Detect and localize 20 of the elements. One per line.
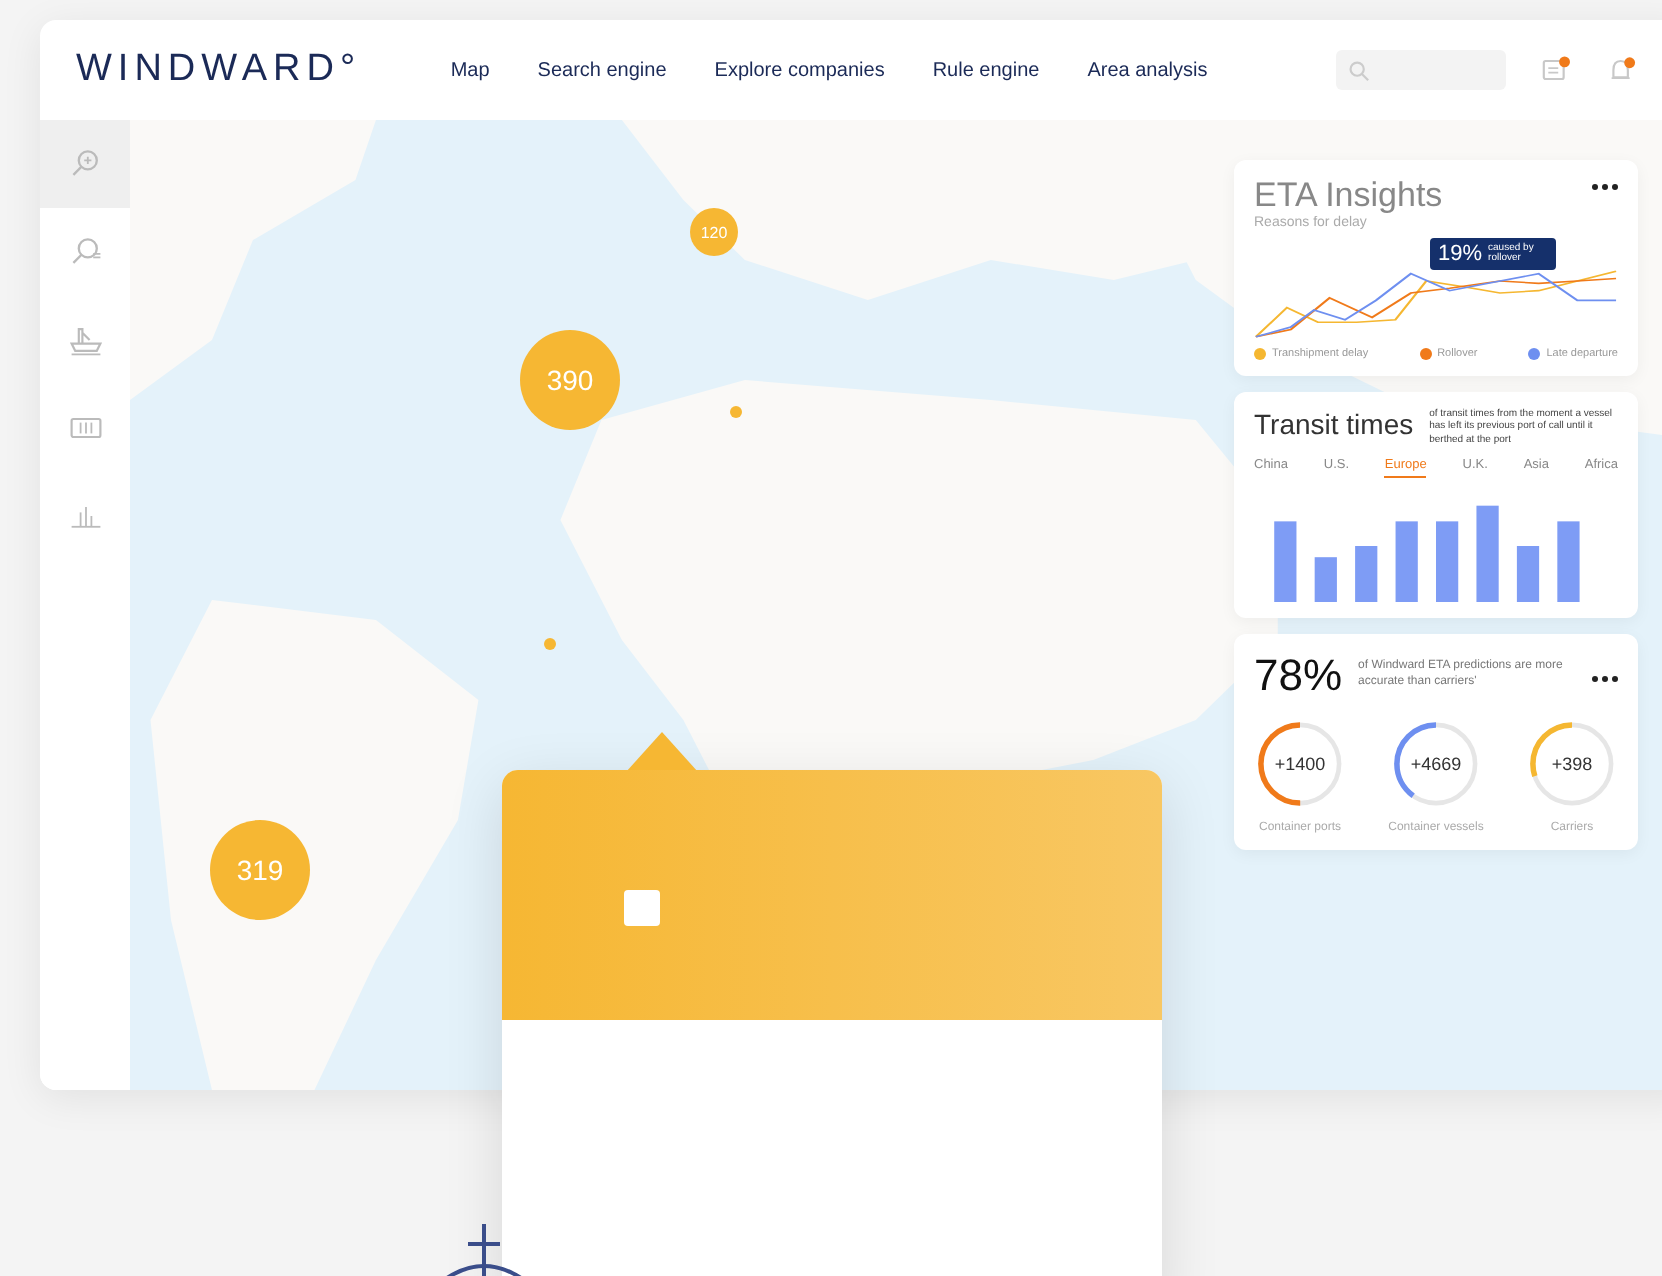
ring-value: +4669 bbox=[1408, 751, 1464, 778]
card-title: ETA Insights bbox=[1254, 176, 1443, 216]
search-field[interactable] bbox=[1335, 50, 1507, 90]
nav-link[interactable]: Search engine bbox=[537, 59, 667, 81]
card-title: Transit times bbox=[1254, 408, 1414, 440]
popup-pointer bbox=[626, 732, 698, 772]
tooltip-value: 19% bbox=[1438, 242, 1483, 266]
stat-percent: 78% bbox=[1254, 649, 1343, 702]
search-icon bbox=[1347, 59, 1370, 81]
square-icon bbox=[624, 890, 660, 926]
ship-icon bbox=[67, 322, 103, 358]
nav-link[interactable]: Explore companies bbox=[714, 59, 885, 81]
nav-link[interactable]: Map bbox=[450, 59, 490, 81]
ring-value: +398 bbox=[1549, 751, 1595, 778]
nav-link[interactable]: Rule engine bbox=[932, 59, 1040, 81]
ring-value: +1400 bbox=[1272, 751, 1328, 778]
message-icon[interactable] bbox=[1542, 54, 1572, 86]
logo[interactable]: WINDWARD° bbox=[76, 48, 383, 92]
sidebar-search-button[interactable] bbox=[40, 120, 130, 208]
nav-link[interactable]: Area analysis bbox=[1087, 59, 1208, 81]
